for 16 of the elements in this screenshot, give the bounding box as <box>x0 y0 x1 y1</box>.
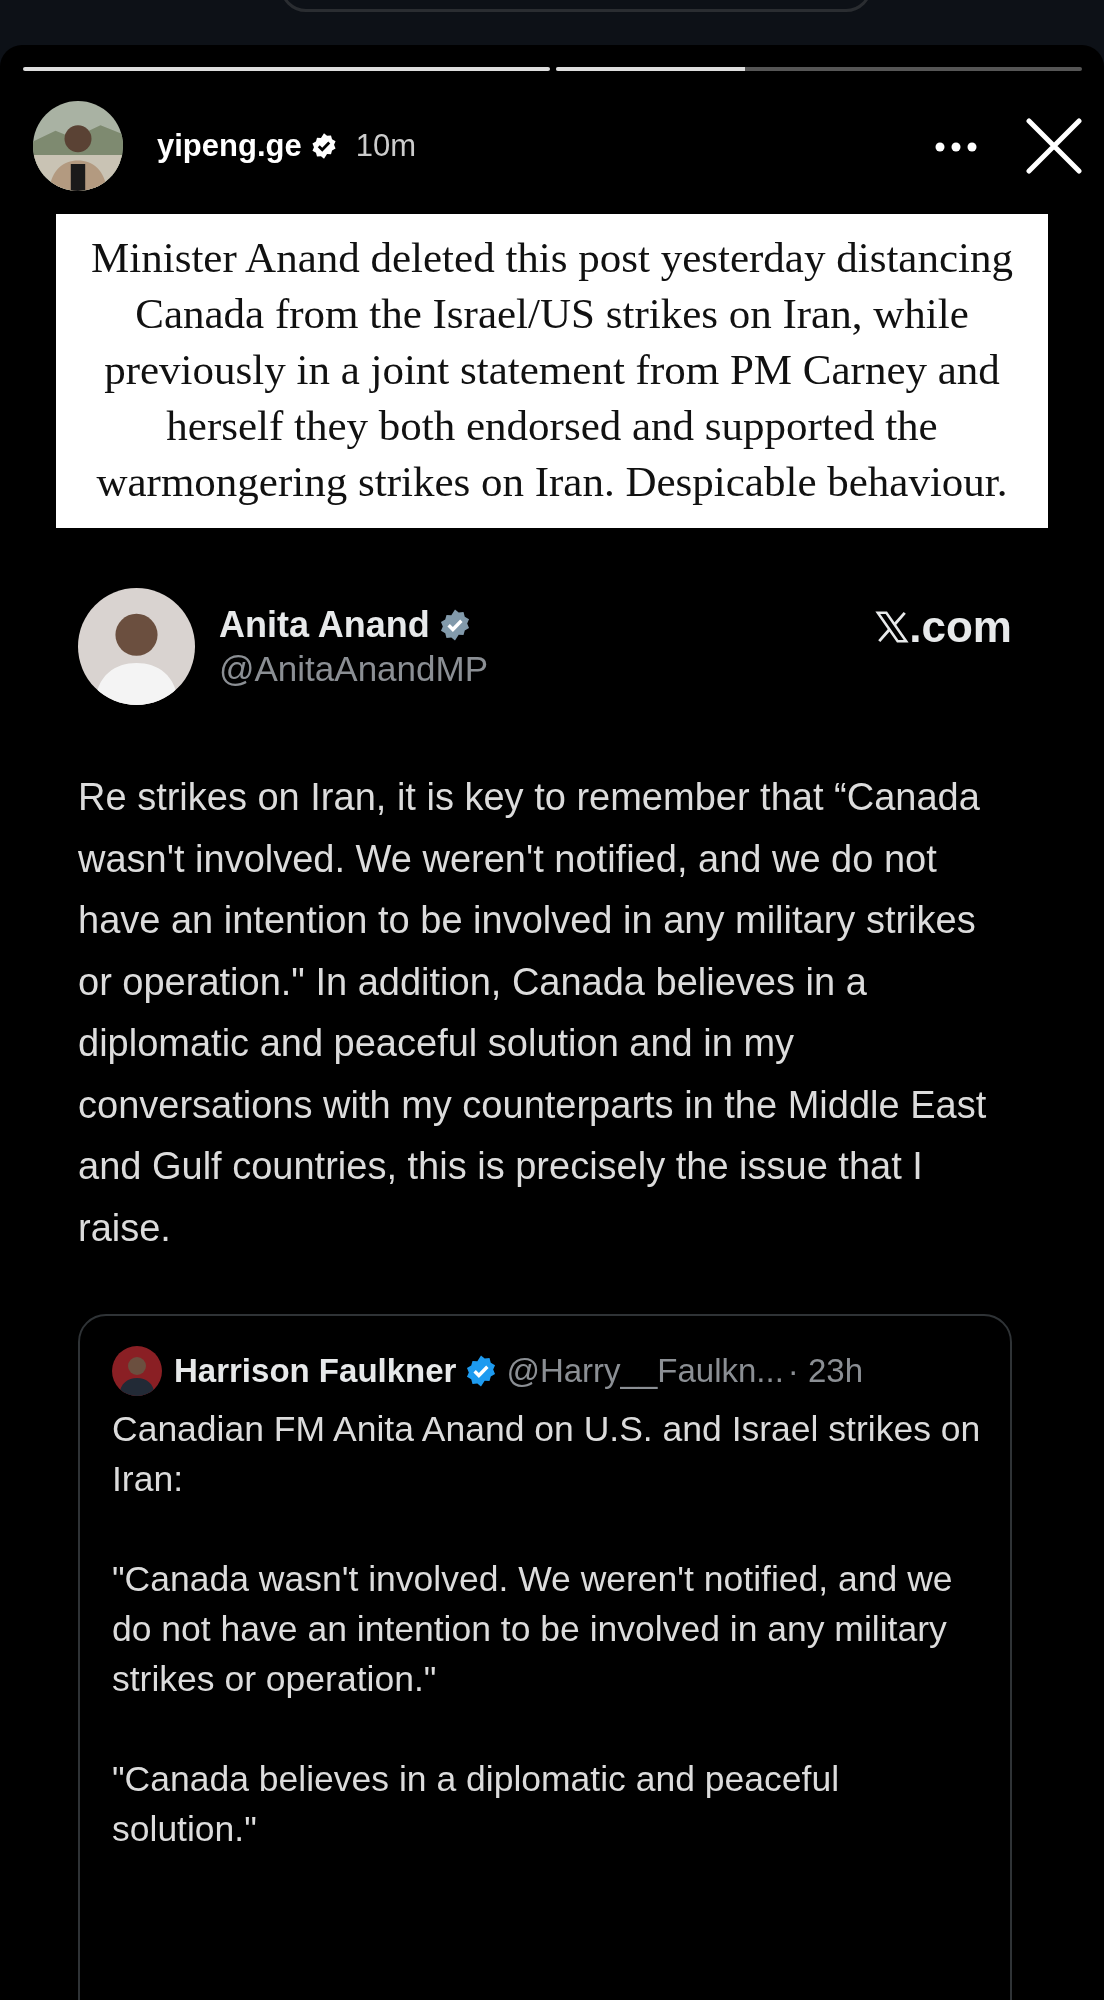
author-name: Harrison Faulkner <box>174 1351 457 1392</box>
post-time: · 23h <box>787 1351 864 1392</box>
caption-text: Minister Anand deleted this post yesterday distancing Canada from the Israel/US strikes on Iran, while previously in a joint statement from PM Carney and herself they both endorsed and supported the warmongering strikes on Iran. Despicable behaviour. <box>56 214 1048 528</box>
post-time: 10m <box>355 126 416 165</box>
author-name: Anita Anand <box>219 602 430 647</box>
more-options-icon[interactable] <box>934 140 978 153</box>
author-handle: @Harry__Faulkn... <box>506 1351 784 1392</box>
close-icon[interactable] <box>1026 118 1082 174</box>
quoted-text: "Canada believes in a diplomatic and peaceful solution." <box>112 1758 841 1851</box>
quoted-text: "Canada wasn't involved. We weren't notified, and we do not have an intention to be involved in any military strikes or operation." <box>112 1558 954 1701</box>
x-logo-icon <box>875 609 910 644</box>
quoted-text: Canadian FM Anita Anand on U.S. and Israel strikes on Iran: <box>112 1408 982 1501</box>
source-domain: .com <box>909 600 1012 653</box>
author-handle: @AnitaAnandMP <box>219 647 489 690</box>
username[interactable]: yipeng.ge <box>157 122 302 170</box>
tweet-text: Re strikes on Iran, it is key to remember that “Canada wasn't involved. We weren't notified, and we do not have an intention to be involved in any military strikes or operation." In addition, Canada believes in a diplomatic and peaceful solution and in my conversations with my counterparts in the Middle East and Gulf countries, this is precisely the issue that I raise. <box>78 775 988 1251</box>
